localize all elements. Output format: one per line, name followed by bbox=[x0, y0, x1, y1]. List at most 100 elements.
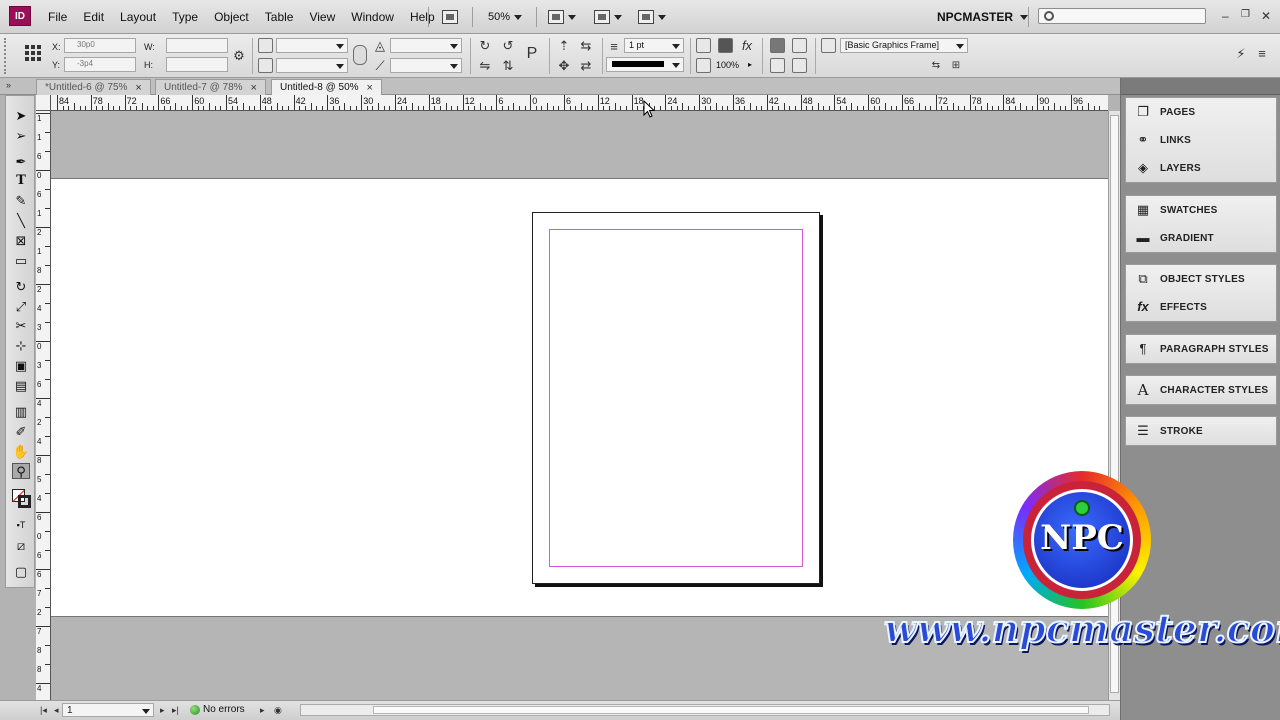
panel-swatches[interactable]: ▦ SWATCHES bbox=[1126, 196, 1276, 224]
eyedropper-tool-icon[interactable]: ✐ bbox=[12, 424, 30, 440]
panel-character-styles[interactable]: A CHARACTER STYLES bbox=[1126, 376, 1276, 404]
menu-layout[interactable]: Layout bbox=[112, 10, 164, 24]
stroke-swatch-icon[interactable] bbox=[18, 495, 31, 508]
search-input[interactable] bbox=[1038, 8, 1206, 24]
clear-overrides-icon[interactable]: ⇆ bbox=[928, 58, 944, 73]
scale-tool-icon[interactable]: ⤢ bbox=[12, 299, 30, 315]
panel-effects[interactable]: fx EFFECTS bbox=[1126, 293, 1276, 321]
menu-object[interactable]: Object bbox=[206, 10, 257, 24]
menu-type[interactable]: Type bbox=[164, 10, 206, 24]
scissors-tool-icon[interactable]: ✂ bbox=[12, 318, 30, 334]
vertical-ruler[interactable]: 1160612182430364248546066727884 bbox=[36, 111, 51, 702]
w-field[interactable] bbox=[166, 38, 228, 53]
panel-paragraph-styles[interactable]: ¶ PARAGRAPH STYLES bbox=[1126, 335, 1276, 363]
scale-y-field[interactable] bbox=[276, 58, 348, 73]
horizontal-scrollbar[interactable] bbox=[300, 704, 1110, 716]
select-next-icon[interactable]: ⇄ bbox=[578, 58, 594, 73]
first-page-icon[interactable]: |◂ bbox=[40, 705, 47, 716]
stroke-weight-field[interactable]: 1 pt bbox=[624, 38, 684, 53]
menu-file[interactable]: File bbox=[40, 10, 75, 24]
next-page-icon[interactable]: ▸ bbox=[160, 705, 165, 716]
open-file-icon[interactable]: ◉ bbox=[274, 705, 282, 716]
apply-none-icon[interactable]: ⧄ bbox=[12, 538, 30, 554]
screen-mode-icon[interactable]: ▢ bbox=[12, 564, 30, 580]
tab-untitled-8[interactable]: Untitled-8 @ 50% × bbox=[271, 79, 382, 95]
shear-angle-field[interactable] bbox=[390, 58, 462, 73]
panel-grip[interactable] bbox=[4, 38, 10, 74]
screen-mode-button[interactable] bbox=[594, 8, 622, 26]
zoom-level-dropdown[interactable]: 50% bbox=[488, 8, 523, 26]
page-number-field[interactable]: 1 bbox=[62, 703, 154, 717]
panel-layers[interactable]: ◈ LAYERS bbox=[1126, 154, 1276, 182]
gradient-feather-tool-icon[interactable]: ▤ bbox=[12, 378, 30, 394]
effects-fx-icon[interactable]: fx bbox=[739, 38, 755, 53]
ruler-origin[interactable] bbox=[36, 95, 51, 111]
panel-stroke[interactable]: ☰ STROKE bbox=[1126, 417, 1276, 445]
panel-gradient[interactable]: ▬ GRADIENT bbox=[1126, 224, 1276, 252]
previous-page-icon[interactable]: ◂ bbox=[54, 705, 59, 716]
opacity-value[interactable]: 100% bbox=[716, 60, 739, 70]
select-content-icon[interactable]: ✥ bbox=[556, 58, 572, 73]
note-tool-icon[interactable]: ▥ bbox=[12, 404, 30, 420]
panel-collapse-icon[interactable]: » bbox=[6, 80, 11, 90]
rotate-tool-icon[interactable]: ↻ bbox=[12, 279, 30, 295]
type-tool-icon[interactable]: T bbox=[12, 173, 30, 189]
lightning-icon[interactable]: ⚡ bbox=[1233, 46, 1249, 61]
pen-tool-icon[interactable]: ✒ bbox=[12, 154, 30, 170]
hand-tool-icon[interactable]: ✋ bbox=[12, 444, 30, 460]
scrollbar-thumb[interactable] bbox=[373, 706, 1089, 714]
flip-vertical-icon[interactable]: ⇅ bbox=[500, 58, 516, 73]
rotation-angle-field[interactable] bbox=[390, 38, 462, 53]
rotate-cw-icon[interactable]: ↻ bbox=[477, 38, 493, 53]
menu-edit[interactable]: Edit bbox=[75, 10, 112, 24]
constrain-proportions-icon[interactable]: ⚙ bbox=[231, 48, 247, 63]
flip-horizontal-icon[interactable]: ⇋ bbox=[477, 58, 493, 73]
direct-selection-tool-icon[interactable]: ➢ bbox=[12, 128, 30, 144]
select-container-icon[interactable]: ⇡ bbox=[556, 38, 572, 53]
document-page[interactable] bbox=[532, 212, 820, 584]
opacity-dropdown-icon[interactable]: ▸ bbox=[748, 60, 752, 69]
text-wrap-shape-icon[interactable] bbox=[770, 58, 785, 73]
close-icon[interactable]: × bbox=[135, 82, 141, 94]
preflight-menu-icon[interactable]: ▸ bbox=[260, 705, 265, 716]
select-previous-icon[interactable]: ⇆ bbox=[578, 38, 594, 53]
menu-table[interactable]: Table bbox=[257, 10, 302, 24]
close-icon[interactable]: × bbox=[367, 82, 373, 94]
panel-dock-header[interactable] bbox=[1121, 78, 1280, 95]
rotate-ccw-icon[interactable]: ↺ bbox=[500, 38, 516, 53]
restore-icon[interactable]: ❐ bbox=[1241, 9, 1250, 20]
view-options-button[interactable] bbox=[548, 8, 576, 26]
h-field[interactable] bbox=[166, 57, 228, 72]
menu-window[interactable]: Window bbox=[343, 10, 402, 24]
tab-untitled-6[interactable]: *Untitled-6 @ 75% × bbox=[36, 79, 151, 95]
bridge-button[interactable] bbox=[442, 8, 458, 26]
menu-view[interactable]: View bbox=[301, 10, 343, 24]
object-style-dropdown[interactable]: [Basic Graphics Frame] bbox=[840, 38, 968, 53]
y-field[interactable]: -3p4 bbox=[64, 57, 136, 72]
text-wrap-none-icon[interactable] bbox=[770, 38, 785, 53]
panel-object-styles[interactable]: ⧉ OBJECT STYLES bbox=[1126, 265, 1276, 293]
selection-tool-icon[interactable]: ➤ bbox=[12, 108, 30, 124]
zoom-tool-icon[interactable]: ⚲ bbox=[12, 463, 30, 479]
pencil-tool-icon[interactable]: ✎ bbox=[12, 193, 30, 209]
scale-x-field[interactable] bbox=[276, 38, 348, 53]
panel-links[interactable]: ⚭ LINKS bbox=[1126, 126, 1276, 154]
arrange-documents-button[interactable] bbox=[638, 8, 666, 26]
panel-menu-icon[interactable]: ≡ bbox=[1254, 46, 1270, 61]
free-transform-tool-icon[interactable]: ⊹ bbox=[12, 338, 30, 354]
workspace-switcher[interactable]: NPCMASTER bbox=[937, 10, 1029, 24]
link-scale-icon[interactable] bbox=[353, 45, 367, 65]
preflight-status[interactable]: No errors bbox=[203, 704, 245, 715]
x-field[interactable]: 30p0 bbox=[64, 38, 136, 53]
drop-shadow-icon[interactable] bbox=[696, 38, 711, 53]
panel-pages[interactable]: ❐ PAGES bbox=[1126, 98, 1276, 126]
menu-help[interactable]: Help bbox=[402, 10, 443, 24]
last-page-icon[interactable]: ▸| bbox=[172, 705, 179, 716]
minimize-icon[interactable]: – bbox=[1222, 9, 1229, 23]
line-tool-icon[interactable]: ╲ bbox=[12, 213, 30, 229]
text-wrap-bbox-icon[interactable] bbox=[792, 38, 807, 53]
fill-frame-icon[interactable] bbox=[718, 38, 733, 53]
horizontal-ruler[interactable]: 84 78 72 66 60 54 48 42 36 30 24 18 12 6 0 6 12 18 24 30 36 4… bbox=[51, 95, 1108, 111]
close-icon[interactable]: × bbox=[251, 82, 257, 94]
rectangle-tool-icon[interactable]: ▭ bbox=[12, 253, 30, 269]
